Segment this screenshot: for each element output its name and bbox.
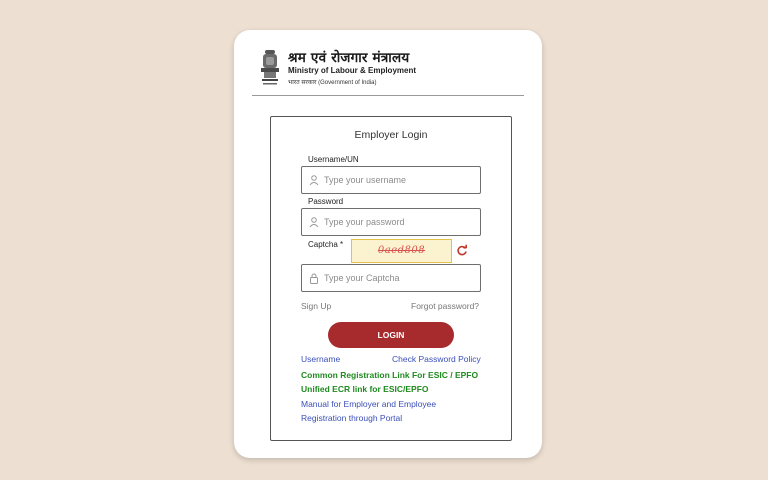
password-input[interactable]: Type your password [301,208,481,236]
captcha-placeholder: Type your Captcha [324,273,400,283]
username-link[interactable]: Username [301,354,340,364]
lock-icon [310,273,318,284]
ministry-hindi-title: श्रम एवं रोजगार मंत्रालय [288,50,410,66]
refresh-icon[interactable] [456,244,468,256]
user-icon [309,175,319,186]
user-icon [309,217,319,228]
username-label: Username/UN [308,155,359,164]
forgot-password-link[interactable]: Forgot password? [411,301,479,311]
password-label: Password [308,197,344,206]
employer-login-form: Employer Login Username/UN Type your use… [270,116,512,441]
login-title: Employer Login [354,129,428,141]
government-of-india-text: भारत सरकार (Government of India) [288,80,377,86]
unified-ecr-link[interactable]: Unified ECR link for ESIC/EPFO [301,384,429,394]
captcha-label: Captcha * [308,240,344,249]
common-registration-link[interactable]: Common Registration Link For ESIC / EPFO [301,370,478,380]
header-divider [252,95,524,96]
manual-link-line2[interactable]: Registration through Portal [301,413,402,423]
username-input[interactable]: Type your username [301,166,481,194]
ministry-header: श्रम एवं रोजगार मंत्रालय Ministry of Lab… [254,46,524,90]
login-button[interactable]: LOGIN [328,322,454,348]
manual-link-line1[interactable]: Manual for Employer and Employee [301,399,436,409]
captcha-text: 0aed808 [377,245,426,256]
sign-up-link[interactable]: Sign Up [301,301,331,311]
login-card: श्रम एवं रोजगार मंत्रालय Ministry of Lab… [234,30,542,458]
username-placeholder: Type your username [324,175,407,185]
captcha-image: 0aed808 [351,239,452,263]
check-password-policy-link[interactable]: Check Password Policy [392,354,481,364]
ministry-english-title: Ministry of Labour & Employment [288,66,417,75]
national-emblem-icon [261,50,279,85]
password-placeholder: Type your password [324,217,405,227]
captcha-input[interactable]: Type your Captcha [301,264,481,292]
